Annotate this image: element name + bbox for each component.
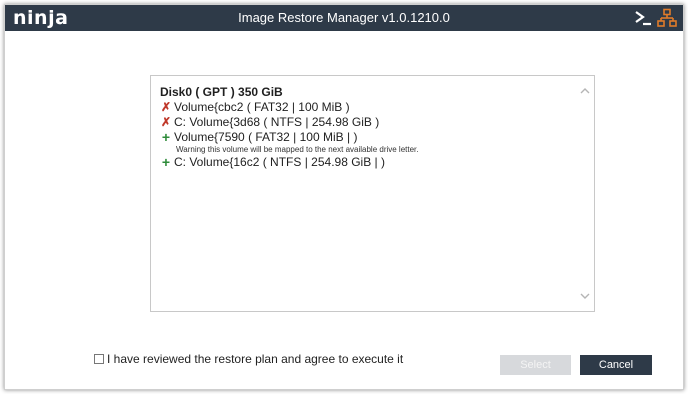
remove-x-icon: ✗ [160,100,172,114]
remove-x-icon: ✗ [160,115,172,129]
add-plus-icon: + [161,129,171,145]
volume-label: C: Volume{3d68 ( NTFS | 254.98 GiB ) [174,115,380,129]
volume-row: ✗ C: Volume{3d68 ( NTFS | 254.98 GiB ) [160,115,574,130]
restore-plan-list: Disk0 ( GPT ) 350 GiB ✗ Volume{cbc2 ( FA… [160,85,574,170]
volume-row: ✗ Volume{cbc2 ( FAT32 | 100 MiB ) [160,100,574,115]
window-title: Image Restore Manager v1.0.1210.0 [238,10,450,25]
drive-letter-warning: Warning this volume will be mapped to th… [176,145,419,154]
disk-title: Disk0 ( GPT ) 350 GiB [160,85,283,99]
volume-row: + C: Volume{16c2 ( NTFS | 254.98 GiB | ) [160,155,574,170]
title-bar: ninja Image Restore Manager v1.0.1210.0 [5,5,683,31]
cancel-button[interactable]: Cancel [580,355,652,375]
select-button[interactable]: Select [500,355,571,375]
restore-plan-panel[interactable]: Disk0 ( GPT ) 350 GiB ✗ Volume{cbc2 ( FA… [150,75,595,312]
scroll-up-icon[interactable] [580,86,590,96]
restore-window: ninja Image Restore Manager v1.0.1210.0 … [4,4,684,390]
terminal-icon[interactable] [633,8,653,28]
network-icon[interactable] [657,8,677,28]
add-plus-icon: + [161,154,171,170]
agreement-label: I have reviewed the restore plan and agr… [107,352,404,366]
volume-label: Volume{cbc2 ( FAT32 | 100 MiB ) [174,100,350,114]
scroll-down-icon[interactable] [580,291,590,301]
agreement-checkbox[interactable] [94,354,104,364]
agreement-checkbox-row[interactable]: I have reviewed the restore plan and agr… [94,352,403,366]
volume-label: Volume{7590 ( FAT32 | 100 MiB | ) [174,130,358,144]
volume-row: + Volume{7590 ( FAT32 | 100 MiB | ) [160,130,574,145]
volume-label: C: Volume{16c2 ( NTFS | 254.98 GiB | ) [174,155,385,169]
